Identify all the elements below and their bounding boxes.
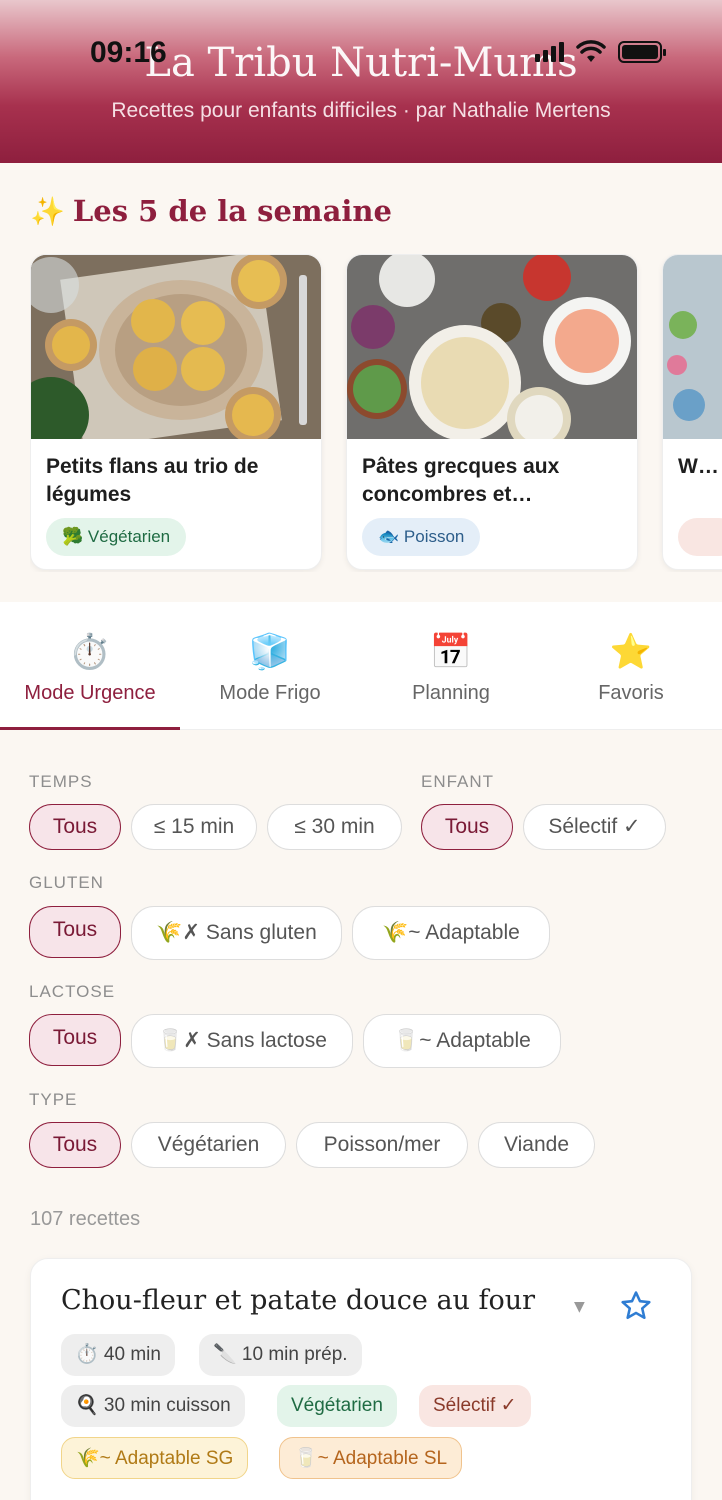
recipe-title: Chou-fleur et patate douce au four	[61, 1285, 536, 1316]
weekly-recipe-card[interactable]: W… h…	[662, 254, 722, 570]
broccoli-icon: 🥦	[62, 527, 84, 546]
filter-label-temps: TEMPS	[29, 772, 93, 791]
chip-enfant-selectif[interactable]: Sélectif ✓	[523, 804, 666, 850]
lactose-adaptable-pill: 🥛~ Adaptable SL	[279, 1437, 463, 1479]
chip-temps-tous[interactable]: Tous	[29, 804, 121, 850]
chip-gluten-tous[interactable]: Tous	[29, 906, 121, 958]
diet-tag: 🐟 Poisson	[362, 518, 481, 556]
diet-tag	[678, 518, 722, 556]
recipe-photo-pates	[347, 255, 637, 439]
chip-gluten-adaptable[interactable]: 🌾~ Adaptable	[352, 906, 550, 960]
weekly-recipe-name: W… h…	[678, 455, 722, 478]
filter-label-gluten: GLUTEN	[29, 873, 104, 892]
tab-mode-urgence[interactable]: ⏱️ Mode Urgence	[0, 602, 180, 730]
battery-icon	[618, 41, 666, 63]
cook-time-pill: 🍳 30 min cuisson	[61, 1385, 245, 1427]
results-count: 107 recettes	[30, 1208, 141, 1230]
fish-icon: 🐟	[378, 527, 400, 546]
recipe-photo-third	[663, 255, 722, 439]
recipe-photo-flans	[31, 255, 321, 439]
diet-tag-label: Poisson	[403, 527, 465, 546]
tab-planning[interactable]: 📅 Planning	[361, 602, 541, 730]
tab-label: Planning	[412, 682, 490, 704]
status-time: 09:16	[90, 36, 167, 69]
weekly-recipe-card[interactable]: Petits flans au trio de légumes 🥦 Végéta…	[30, 254, 322, 570]
total-time-pill: ⏱️ 40 min	[61, 1334, 175, 1376]
diet-tag-label: Végétarien	[87, 527, 171, 546]
chip-type-vegetarien[interactable]: Végétarien	[131, 1122, 286, 1168]
tab-mode-frigo[interactable]: 🧊 Mode Frigo	[180, 602, 360, 730]
chip-temps-30[interactable]: ≤ 30 min	[267, 804, 402, 850]
weekly-title-text: Les 5 de la semaine	[72, 194, 392, 228]
chip-temps-15[interactable]: ≤ 15 min	[131, 804, 257, 850]
chip-type-tous[interactable]: Tous	[29, 1122, 121, 1168]
favorite-star-icon[interactable]	[619, 1289, 653, 1323]
chip-enfant-tous[interactable]: Tous	[421, 804, 513, 850]
sparkles-icon: ✨	[30, 195, 65, 228]
calendar-icon: 📅	[429, 632, 473, 672]
tab-label: Mode Frigo	[219, 682, 321, 704]
weekly-section-title: ✨ Les 5 de la semaine	[30, 194, 392, 228]
app-header: La Tribu Nutri-Mums Recettes pour enfant…	[0, 0, 722, 163]
star-icon: ⭐	[609, 632, 653, 672]
recipe-card[interactable]: Chou-fleur et patate douce au four ▼ ⏱️ …	[30, 1258, 692, 1500]
expand-caret-icon[interactable]: ▼	[574, 1299, 585, 1315]
weekly-recipe-card[interactable]: Pâtes grecques aux concombres et… 🐟 Pois…	[346, 254, 638, 570]
wifi-icon	[576, 40, 606, 62]
diet-tag: 🥦 Végétarien	[46, 518, 187, 556]
filter-label-lactose: LACTOSE	[29, 982, 116, 1001]
ice-cube-icon: 🧊	[248, 632, 292, 672]
stopwatch-icon: ⏱️	[68, 632, 112, 672]
tab-favoris[interactable]: ⭐ Favoris	[541, 602, 721, 730]
chip-gluten-sans[interactable]: 🌾✗ Sans gluten	[131, 906, 342, 960]
chip-type-viande[interactable]: Viande	[478, 1122, 595, 1168]
weekly-carousel[interactable]: Petits flans au trio de légumes 🥦 Végéta…	[30, 254, 722, 572]
status-icons	[535, 40, 666, 64]
chip-lactose-adaptable[interactable]: 🥛~ Adaptable	[363, 1014, 561, 1068]
filter-label-enfant: ENFANT	[421, 772, 495, 791]
chip-lactose-sans[interactable]: 🥛✗ Sans lactose	[131, 1014, 353, 1068]
gluten-adaptable-pill: 🌾~ Adaptable SG	[61, 1437, 249, 1479]
mode-tabs: ⏱️ Mode Urgence 🧊 Mode Frigo 📅 Planning …	[0, 602, 722, 730]
tab-label: Favoris	[598, 682, 664, 704]
weekly-recipe-name: Pâtes grecques aux concombres et…	[362, 455, 560, 506]
weekly-recipe-name: Petits flans au trio de légumes	[46, 455, 259, 506]
signal-icon	[535, 42, 564, 62]
filter-label-type: TYPE	[29, 1090, 78, 1109]
app-subtitle: Recettes pour enfants difficiles · par N…	[111, 99, 611, 122]
selective-pill: Sélectif ✓	[419, 1385, 531, 1427]
chip-lactose-tous[interactable]: Tous	[29, 1014, 121, 1066]
diet-pill: Végétarien	[277, 1385, 397, 1427]
chip-type-poisson[interactable]: Poisson/mer	[296, 1122, 468, 1168]
tab-label: Mode Urgence	[24, 682, 156, 704]
prep-time-pill: 🔪 10 min prép.	[199, 1334, 362, 1376]
